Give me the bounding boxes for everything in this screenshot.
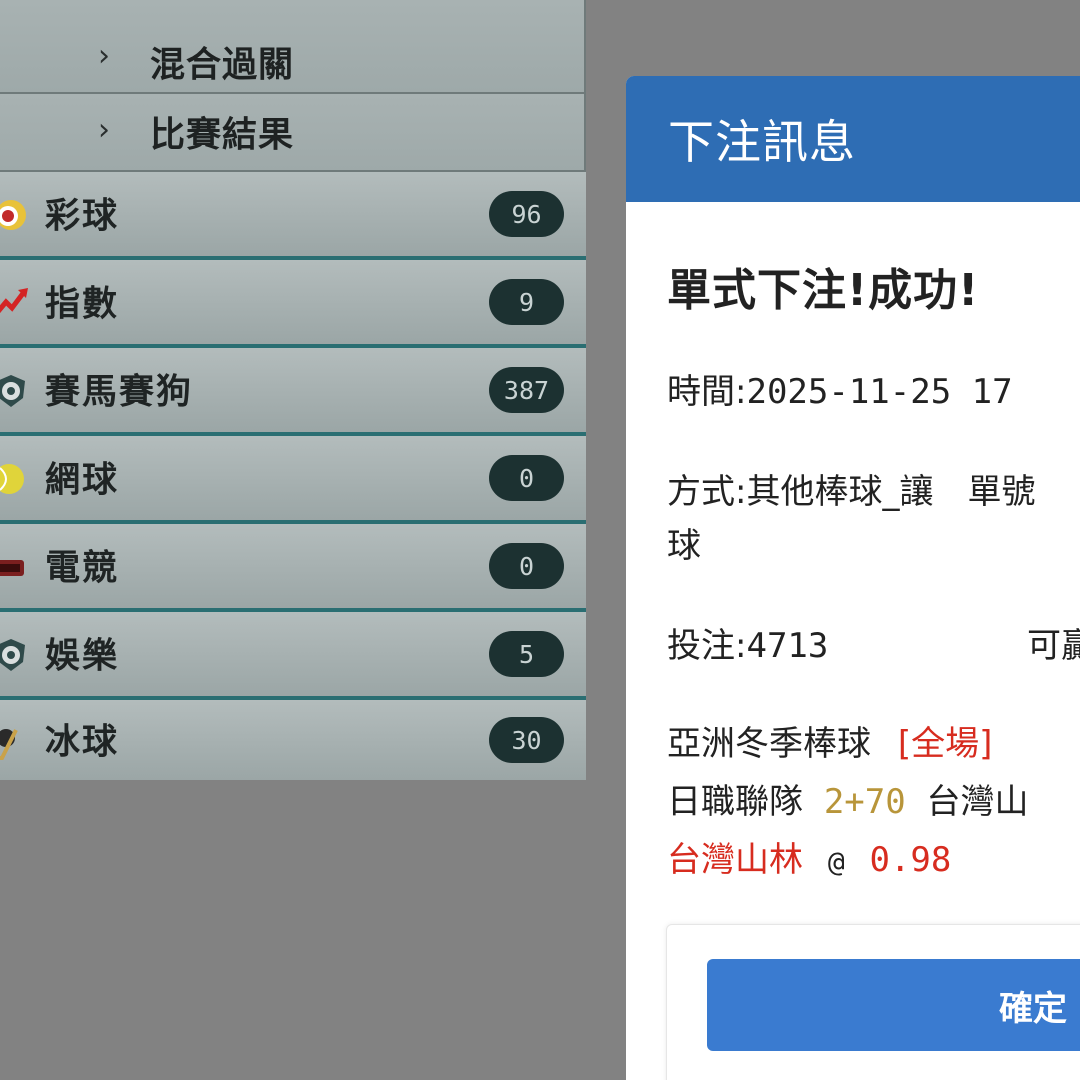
menu-category-esports[interactable]: 電競 0: [0, 524, 586, 612]
menu-sub-item-label: 混合過關: [150, 45, 295, 86]
time-label: 時間:: [667, 372, 747, 412]
chevron-right-icon: ›: [98, 38, 110, 74]
menu-sub-item-results[interactable]: › 比賽結果: [0, 94, 586, 172]
trend-arrow-icon: [0, 288, 28, 314]
shield-ball-icon: [0, 375, 25, 407]
time-value: 2025-11-25 17: [746, 372, 1013, 412]
category-count-badge: 5: [489, 631, 564, 677]
menu-sub-item-parlay[interactable]: › 混合過關: [0, 0, 586, 94]
sport-menu: › 混合過關 › 比賽結果 彩球 96 指數 9 賽馬賽狗 387 網球 0 電…: [0, 0, 586, 780]
pick-team: 台灣山林: [667, 840, 803, 880]
away-team: 台灣山: [926, 782, 1029, 822]
modal-header: 下注訊息: [626, 76, 1080, 202]
category-count-badge: 96: [489, 191, 564, 237]
menu-category-entertainment[interactable]: 娛樂 5: [0, 612, 586, 700]
bet-time-line: 時間:2025-11-25 17: [667, 364, 1013, 413]
at-symbol: @: [827, 845, 845, 878]
method-value: 其他棒球_讓 單號: [746, 472, 1036, 512]
modal-footer: 確定: [666, 924, 1080, 1080]
bet-method-line: 方式:其他棒球_讓 單號: [667, 464, 1035, 513]
esports-icon: [0, 560, 24, 576]
category-count-badge: 0: [489, 455, 564, 501]
matchup-line: 日職聯隊 2+70 台灣山: [667, 774, 1029, 823]
category-count-badge: 30: [489, 717, 564, 763]
category-label: 網球: [45, 460, 120, 501]
method-label: 方式:: [667, 472, 747, 512]
menu-category-index[interactable]: 指數 9: [0, 260, 586, 348]
period-tag: [全場]: [897, 724, 993, 764]
winnable-label: 可贏: [1027, 626, 1080, 666]
category-label: 彩球: [45, 196, 120, 237]
success-message: 單式下注!成功!: [667, 265, 980, 316]
stake-value: 4713: [746, 626, 829, 666]
odds-value: 0.98: [869, 840, 952, 880]
category-label: 賽馬賽狗: [45, 372, 194, 413]
handicap-value: 2+70: [823, 782, 906, 822]
category-count-badge: 387: [489, 367, 564, 413]
pick-line: 台灣山林 @ 0.98: [667, 832, 951, 881]
league-name: 亞洲冬季棒球: [667, 724, 871, 764]
menu-category-racing[interactable]: 賽馬賽狗 387: [0, 348, 586, 436]
hockey-stick-icon: [0, 729, 18, 760]
bet-info-modal: 下注訊息 單式下注!成功! 時間:2025-11-25 17 方式:其他棒球_讓…: [626, 76, 1080, 1080]
confirm-button[interactable]: 確定: [707, 959, 1080, 1051]
chevron-right-icon: ›: [98, 112, 110, 148]
category-label: 冰球: [45, 722, 120, 763]
modal-title: 下注訊息: [668, 115, 856, 169]
stake-label: 投注:: [667, 626, 747, 666]
tennis-ball-icon: [0, 464, 24, 494]
bet-stake-line: 投注:4713 可贏: [667, 618, 1080, 667]
category-label: 指數: [45, 284, 120, 325]
category-label: 娛樂: [45, 636, 120, 677]
menu-category-tennis[interactable]: 網球 0: [0, 436, 586, 524]
menu-category-ice-hockey[interactable]: 冰球 30: [0, 700, 586, 780]
category-label: 電競: [45, 548, 120, 589]
lottery-ball-icon: [0, 200, 26, 230]
home-team: 日職聯隊: [667, 782, 803, 822]
menu-sub-item-label: 比賽結果: [150, 115, 295, 156]
category-count-badge: 0: [489, 543, 564, 589]
category-count-badge: 9: [489, 279, 564, 325]
shield-ball-icon: [0, 639, 25, 671]
menu-category-lottery[interactable]: 彩球 96: [0, 172, 586, 260]
bet-method-wrap: 球: [667, 526, 701, 566]
league-line: 亞洲冬季棒球 [全場]: [667, 716, 992, 765]
